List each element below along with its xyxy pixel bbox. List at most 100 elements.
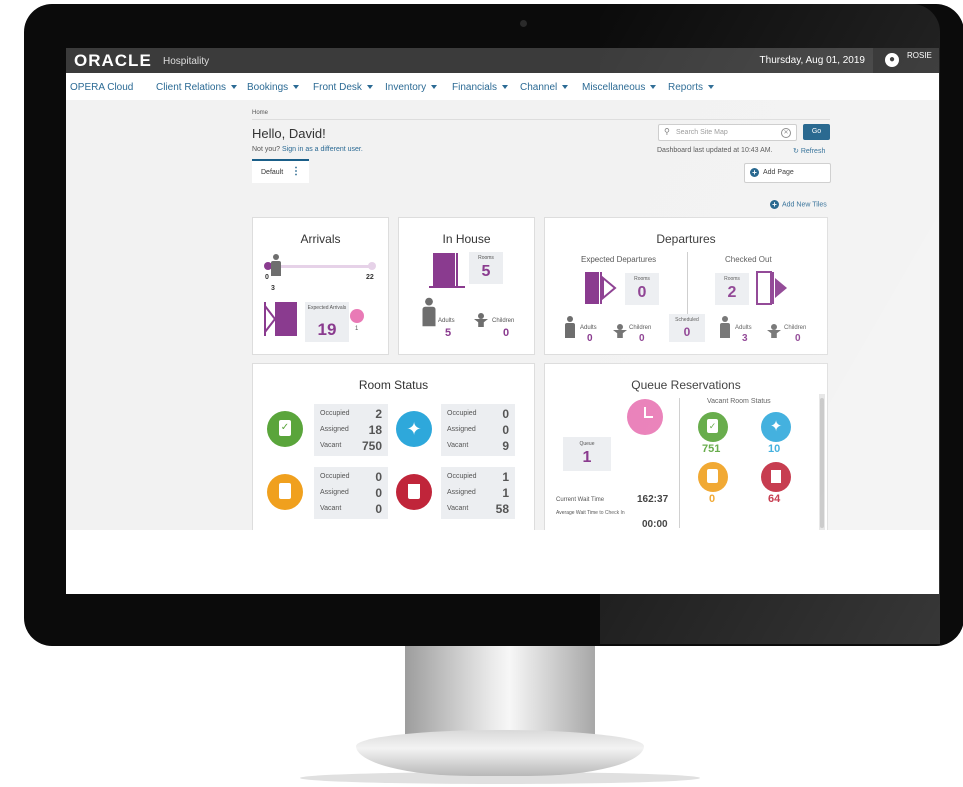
nav-label: Financials	[452, 82, 498, 93]
caret-down-icon	[502, 85, 509, 90]
add-page-button[interactable]: + Add Page	[744, 163, 831, 183]
arrivals-tile[interactable]: Arrivals 0 3 22 Expected Arrivals 19 1	[252, 217, 389, 355]
refresh-link[interactable]: ↻ Refresh	[793, 147, 825, 155]
plus-icon: +	[750, 168, 759, 177]
pickup-clipboard-search-icon	[267, 474, 303, 510]
clean-occupied: 2	[375, 407, 382, 421]
breadcrumb[interactable]: Home	[252, 110, 268, 116]
nav-label: Inventory	[385, 82, 427, 93]
scheduled-callout: Scheduled 0	[669, 314, 705, 342]
expected-adults: 0	[587, 333, 593, 344]
current-wait-label: Current Wait Time	[556, 497, 605, 503]
oracle-logo: ORACLE	[74, 51, 152, 70]
user-menu[interactable]: ● ROSIE	[873, 48, 939, 73]
current-wait-time: 162:37	[637, 494, 669, 505]
nav-bookings[interactable]: Bookings	[247, 82, 300, 93]
clear-icon[interactable]: ✕	[781, 128, 791, 138]
expected-arrivals-count: 19	[317, 320, 337, 339]
nav-front-desk[interactable]: Front Desk	[313, 82, 373, 93]
checked-out-rooms-callout: Rooms 2	[715, 273, 749, 305]
range-min: 0	[265, 274, 269, 281]
inspected-stats: Occupied 0 Assigned 0 Vacant 9	[441, 404, 515, 456]
checked-out-door-icon	[756, 271, 787, 305]
occupied-label: Occupied	[320, 410, 350, 417]
checked-out-adults-label: Adults	[735, 325, 752, 331]
inspected-vacant: 9	[502, 439, 509, 453]
nav-channel[interactable]: Channel	[520, 82, 569, 93]
avg-wait-label: Average Wait Time to Check In	[556, 510, 625, 516]
assigned-label: Assigned	[320, 489, 349, 496]
late-count: 1	[355, 326, 359, 332]
nav-reports[interactable]: Reports	[668, 82, 715, 93]
last-updated-text: Dashboard last updated at 10:43 AM.	[657, 147, 773, 154]
inspected-occupied: 0	[502, 407, 509, 421]
scrollbar-thumb[interactable]	[820, 398, 824, 528]
monitor-stand-base	[356, 730, 644, 776]
queue-reservations-tile[interactable]: Queue Reservations Queue 1 Current Wait …	[544, 363, 828, 535]
arrivals-title: Arrivals	[300, 232, 341, 246]
vacant-pickup-icon	[698, 462, 728, 492]
inspected-assigned: 0	[502, 423, 509, 437]
departures-title: Departures	[656, 232, 716, 246]
children-label: Children	[492, 318, 515, 324]
rooms-callout: Rooms 5	[469, 252, 503, 284]
user-name: ROSIE	[907, 51, 932, 60]
in-house-tile[interactable]: In House Rooms 5 Adults 5 Children 0	[398, 217, 535, 355]
room-status-tile[interactable]: Room Status ✓ Occupied 2 Assigned 18 Vac…	[252, 363, 535, 535]
departures-tile[interactable]: Departures Expected Departures Rooms 0 S…	[544, 217, 828, 355]
search-input[interactable]: ⚲ Search Site Map ✕	[658, 124, 797, 141]
clean-stats: Occupied 2 Assigned 18 Vacant 750	[314, 404, 388, 456]
divider	[252, 119, 830, 120]
nav-label: Bookings	[247, 82, 289, 93]
expected-children-label: Children	[629, 325, 652, 331]
vacant-label: Vacant	[447, 505, 469, 512]
refresh-label: Refresh	[800, 148, 826, 155]
pickup-assigned: 0	[375, 486, 382, 500]
alarm-clock-icon	[627, 399, 663, 435]
in-house-door-icon	[429, 253, 465, 288]
search-icon: ⚲	[664, 127, 670, 136]
queue-label: Queue	[579, 441, 595, 447]
tab-default-label: Default	[261, 169, 284, 176]
sign-in-different-user-link[interactable]: Sign in as a different user.	[282, 146, 363, 153]
checked-out-children-label: Children	[784, 325, 807, 331]
in-house-children: 0	[503, 327, 510, 339]
avg-wait-time: 00:00	[642, 519, 668, 530]
arrivals-progress-track	[266, 265, 372, 268]
checked-out-rooms-count: 2	[727, 284, 737, 301]
vacant-dirty-count: 64	[768, 493, 781, 505]
add-tiles-label: Add New Tiles	[782, 201, 827, 209]
vacant-inspected-count: 10	[768, 443, 781, 455]
caret-down-icon	[431, 85, 438, 90]
queue-scrollbar[interactable]	[819, 394, 825, 534]
user-icon: ●	[885, 53, 899, 67]
not-you-label: Not you?	[252, 146, 281, 153]
adults-label: Adults	[438, 318, 455, 324]
vacant-label: Vacant	[320, 505, 342, 512]
vacant-clean-icon: ✓	[698, 412, 728, 442]
occupied-label: Occupied	[447, 410, 477, 417]
add-new-tiles-link[interactable]: + Add New Tiles	[770, 200, 827, 209]
nav-label: Reports	[668, 82, 704, 93]
nav-inventory[interactable]: Inventory	[385, 82, 438, 93]
kebab-menu-icon[interactable]: ⋮	[291, 166, 301, 177]
nav-financials[interactable]: Financials	[452, 82, 509, 93]
nav-client-relations[interactable]: Client Relations	[156, 82, 238, 93]
caret-down-icon	[366, 85, 373, 90]
nav-label: Miscellaneous	[582, 82, 646, 93]
dirty-occupied: 1	[502, 470, 509, 484]
nav-home[interactable]: OPERA Cloud	[70, 82, 133, 93]
nav-miscellaneous[interactable]: Miscellaneous	[582, 82, 657, 93]
camera-icon	[520, 20, 527, 27]
checked-out-children-icon	[767, 324, 781, 338]
vacant-pickup-count: 0	[709, 493, 716, 505]
go-button[interactable]: Go	[803, 124, 830, 140]
monitor-stand-neck	[405, 646, 595, 736]
nav-label: Channel	[520, 82, 558, 93]
screen-blank-area	[66, 530, 939, 594]
queue-title: Queue Reservations	[631, 378, 741, 392]
caret-down-icon	[650, 85, 657, 90]
dirty-assigned: 1	[502, 486, 509, 500]
checked-out-rooms-label: Rooms	[724, 276, 740, 282]
tab-default[interactable]: Default ⋮	[252, 159, 309, 183]
